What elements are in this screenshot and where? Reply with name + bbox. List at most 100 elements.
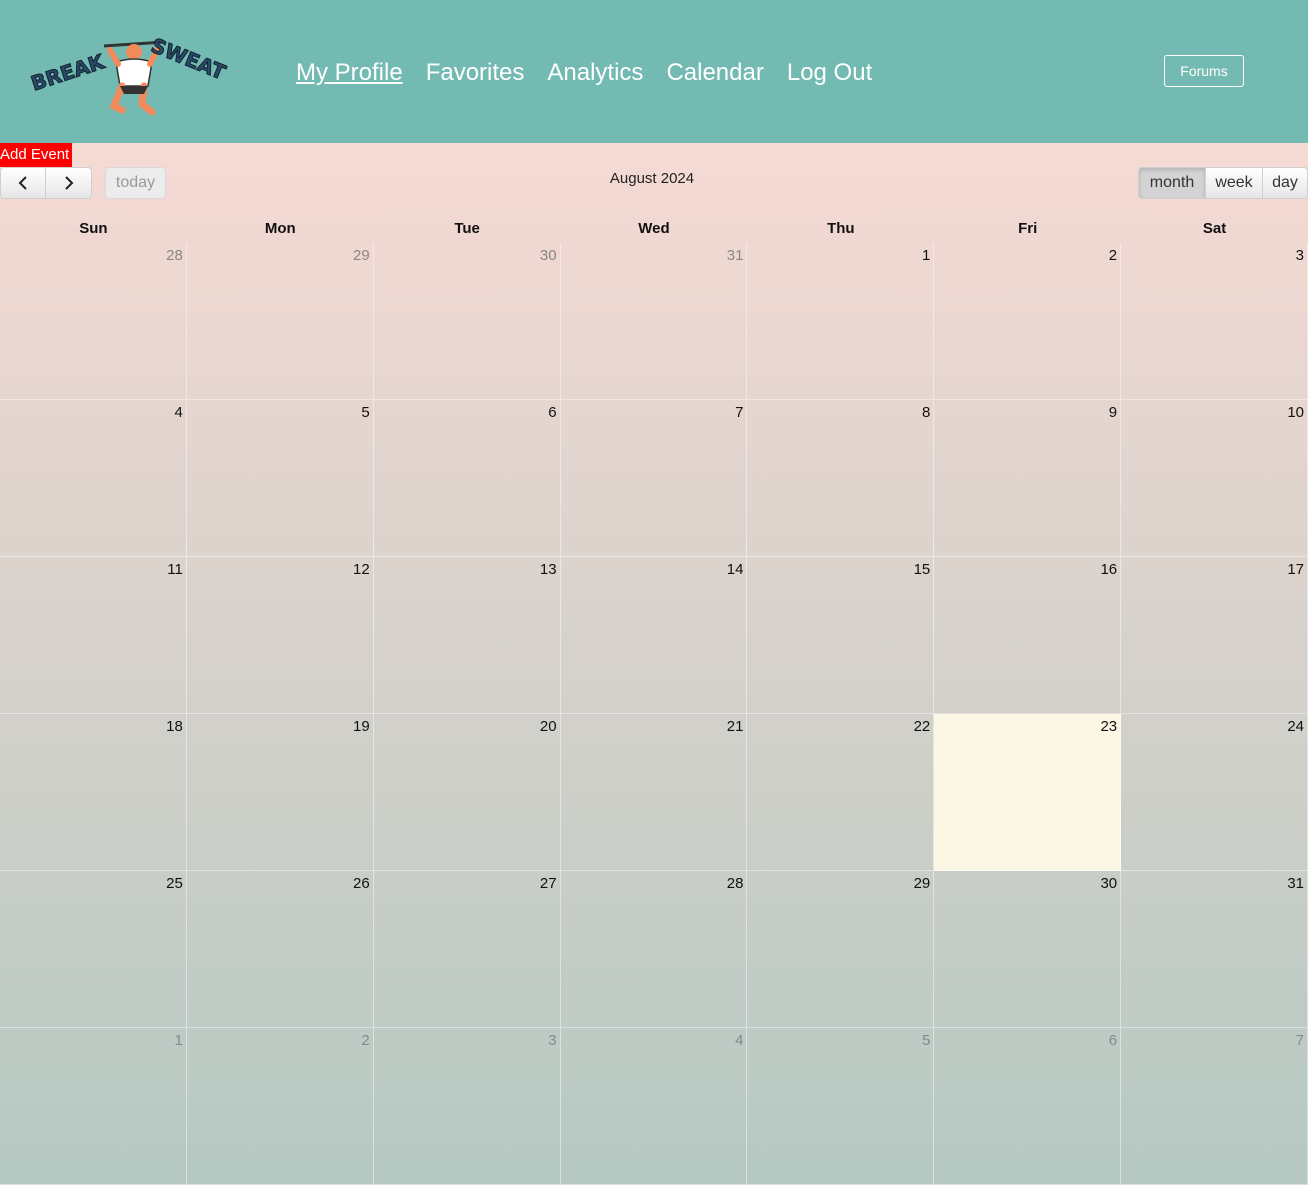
day-cell[interactable]: 15 — [747, 557, 935, 714]
day-number: 11 — [167, 561, 183, 578]
app-header: BREAK SWEAT My Profile Favorites Analyti… — [0, 0, 1308, 143]
day-cell[interactable]: 31 — [560, 243, 748, 400]
day-number: 14 — [726, 561, 744, 578]
view-switcher: month week day — [1138, 167, 1308, 199]
day-cell[interactable]: 30 — [934, 871, 1122, 1028]
day-number: 7 — [1295, 1032, 1304, 1049]
day-cell[interactable]: 29 — [747, 871, 935, 1028]
day-cell[interactable]: 2 — [934, 243, 1122, 400]
nav-analytics[interactable]: Analytics — [547, 59, 643, 87]
calendar-title: August 2024 — [609, 170, 695, 187]
weekday-label: Sat — [1202, 220, 1227, 237]
nav-log-out[interactable]: Log Out — [787, 59, 872, 87]
day-cell[interactable]: 3 — [1121, 243, 1308, 400]
weekday-label: Thu — [827, 220, 855, 237]
day-number: 31 — [726, 247, 744, 264]
day-cell[interactable]: 17 — [1121, 557, 1308, 714]
day-number: 13 — [539, 561, 557, 578]
break-a-sweat-logo[interactable]: BREAK SWEAT — [26, 28, 232, 118]
add-event-button[interactable]: Add Event — [0, 143, 72, 167]
day-cell[interactable]: 7 — [560, 400, 748, 557]
day-cell[interactable]: 6 — [934, 1028, 1122, 1185]
prev-next-group — [0, 167, 92, 199]
nav-favorites[interactable]: Favorites — [426, 59, 525, 87]
day-cell[interactable]: 5 — [186, 400, 374, 557]
day-number: 31 — [1287, 875, 1304, 892]
day-cell[interactable]: 11 — [0, 557, 187, 714]
month-view-button[interactable]: month — [1138, 167, 1206, 199]
day-cell[interactable]: 16 — [934, 557, 1122, 714]
day-number: 27 — [539, 875, 557, 892]
day-number: 22 — [913, 718, 931, 735]
day-cell[interactable]: 27 — [373, 871, 561, 1028]
forums-button[interactable]: Forums — [1164, 55, 1244, 87]
day-number: 26 — [353, 875, 370, 892]
day-cell[interactable]: 5 — [747, 1028, 935, 1185]
day-number: 3 — [548, 1032, 557, 1049]
day-number: 29 — [353, 247, 370, 264]
day-cell[interactable]: 1 — [747, 243, 935, 400]
nav-calendar[interactable]: Calendar — [666, 59, 763, 87]
day-cell[interactable]: 7 — [1121, 1028, 1308, 1185]
day-cell[interactable]: 4 — [560, 1028, 748, 1185]
day-cell[interactable]: 14 — [560, 557, 748, 714]
day-number: 4 — [174, 404, 183, 421]
day-number: 5 — [361, 404, 370, 421]
day-cell[interactable]: 9 — [934, 400, 1122, 557]
day-number: 10 — [1287, 404, 1304, 421]
day-number: 2 — [361, 1032, 370, 1049]
day-cell-today[interactable]: 23 — [934, 714, 1122, 871]
day-cell[interactable]: 22 — [747, 714, 935, 871]
chevron-right-icon — [64, 176, 73, 190]
week-view-button[interactable]: week — [1206, 167, 1263, 199]
day-cell[interactable]: 21 — [560, 714, 748, 871]
nav-my-profile[interactable]: My Profile — [296, 59, 403, 87]
day-number: 5 — [921, 1032, 931, 1049]
day-number: 29 — [913, 875, 931, 892]
weekday-label: Fri — [1018, 220, 1038, 237]
svg-text:BREAK: BREAK — [28, 49, 108, 96]
day-cell[interactable]: 1 — [0, 1028, 187, 1185]
day-cell[interactable]: 13 — [373, 557, 561, 714]
day-cell[interactable]: 12 — [186, 557, 374, 714]
day-cell[interactable]: 20 — [373, 714, 561, 871]
day-number: 3 — [1295, 247, 1304, 264]
day-number: 16 — [1100, 561, 1118, 578]
day-number: 24 — [1287, 718, 1304, 735]
day-number: 20 — [539, 718, 557, 735]
weekday-header: Sun Mon Tue Wed Thu Fri Sat — [0, 215, 1308, 243]
day-cell[interactable]: 19 — [186, 714, 374, 871]
day-number: 1 — [174, 1032, 183, 1049]
day-number: 18 — [166, 718, 183, 735]
weekday-label: Sun — [79, 220, 108, 237]
day-number: 6 — [548, 404, 557, 421]
next-button[interactable] — [46, 167, 92, 199]
day-cell[interactable]: 4 — [0, 400, 187, 557]
day-number: 28 — [726, 875, 744, 892]
day-number: 25 — [166, 875, 183, 892]
day-number: 23 — [1100, 718, 1118, 735]
svg-text:SWEAT: SWEAT — [148, 33, 229, 84]
month-grid: 28 29 30 31 1 2 3 4 5 6 7 8 9 10 11 12 13 14 15 16 17 18 19 20 2… — [0, 243, 1308, 1185]
day-cell[interactable]: 10 — [1121, 400, 1308, 557]
day-cell[interactable]: 3 — [373, 1028, 561, 1185]
day-number: 4 — [735, 1032, 744, 1049]
today-button[interactable]: today — [105, 167, 166, 199]
day-cell[interactable]: 28 — [560, 871, 748, 1028]
day-number: 8 — [921, 404, 931, 421]
day-cell[interactable]: 18 — [0, 714, 187, 871]
day-cell[interactable]: 6 — [373, 400, 561, 557]
day-cell[interactable]: 28 — [0, 243, 187, 400]
day-view-button[interactable]: day — [1263, 167, 1308, 199]
prev-button[interactable] — [0, 167, 46, 199]
day-number: 15 — [913, 561, 931, 578]
day-cell[interactable]: 8 — [747, 400, 935, 557]
day-cell[interactable]: 26 — [186, 871, 374, 1028]
day-cell[interactable]: 2 — [186, 1028, 374, 1185]
day-cell[interactable]: 29 — [186, 243, 374, 400]
day-cell[interactable]: 25 — [0, 871, 187, 1028]
day-cell[interactable]: 31 — [1121, 871, 1308, 1028]
day-cell[interactable]: 30 — [373, 243, 561, 400]
day-cell[interactable]: 24 — [1121, 714, 1308, 871]
day-number: 2 — [1108, 247, 1118, 264]
